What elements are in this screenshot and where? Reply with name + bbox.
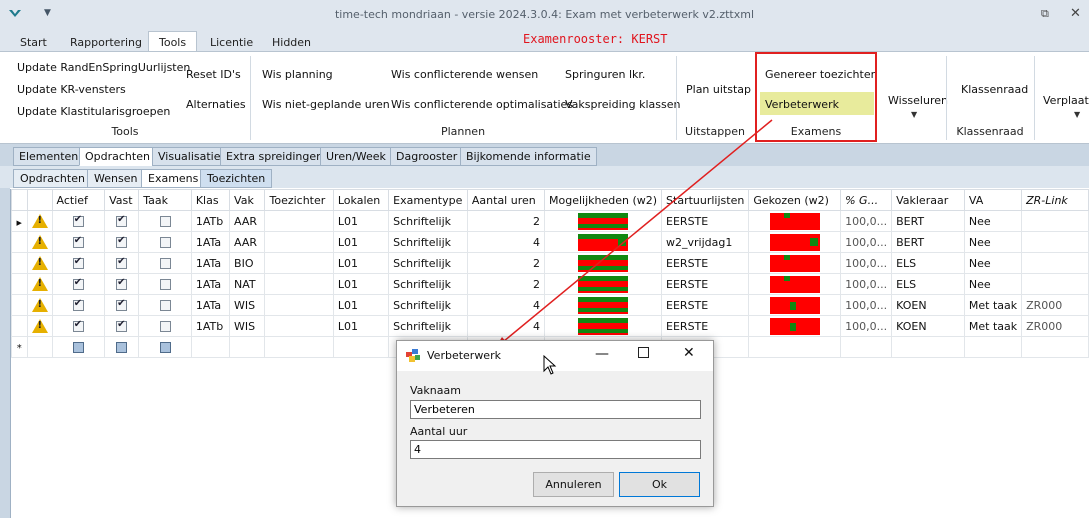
aantal-uur-label: Aantal uur: [410, 425, 468, 438]
app-window-icon: [406, 349, 420, 362]
dialog-title-bar: Verbeterwerk — ✕: [397, 341, 713, 375]
verbeterwerk-dialog: Verbeterwerk — ✕ Vaknaam Aantal uur Annu…: [396, 340, 714, 507]
cancel-button[interactable]: Annuleren: [533, 472, 614, 497]
aantal-uur-input[interactable]: [410, 440, 701, 459]
vaknaam-input[interactable]: [410, 400, 701, 419]
close-icon[interactable]: ✕: [683, 345, 695, 361]
vaknaam-label: Vaknaam: [410, 384, 461, 397]
mouse-cursor-icon: [543, 355, 557, 375]
ok-button[interactable]: Ok: [619, 472, 700, 497]
maximize-icon[interactable]: [638, 347, 649, 358]
dialog-title: Verbeterwerk: [427, 349, 501, 362]
minimize-icon[interactable]: —: [595, 346, 609, 362]
